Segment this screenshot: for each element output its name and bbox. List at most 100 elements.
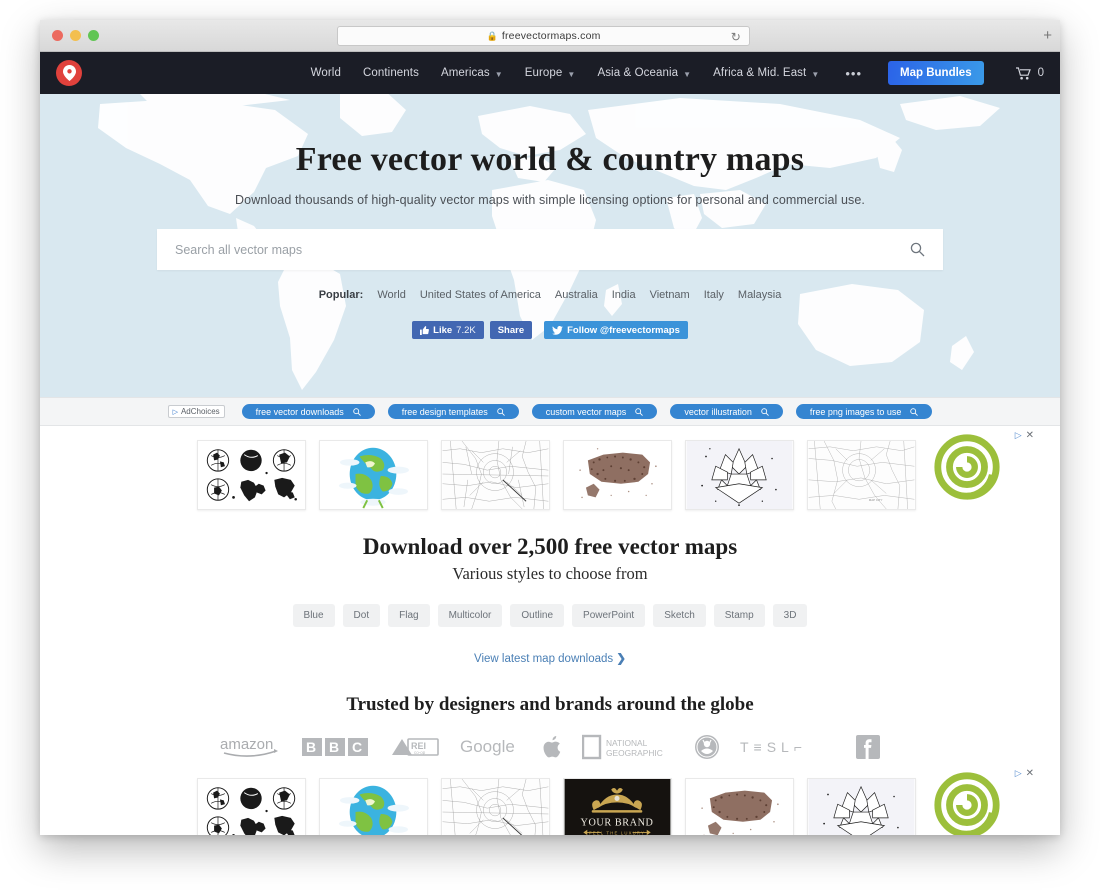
maximize-window-button[interactable] [88, 30, 99, 41]
follow-label: Follow @freevectormaps [567, 324, 680, 336]
style-tag-stamp[interactable]: Stamp [713, 604, 765, 627]
popular-link-usa[interactable]: United States of America [420, 289, 541, 301]
thumb-your-brand-luxury-logo[interactable]: YOUR BRAND FEEL THE LUXURY [563, 778, 672, 835]
popular-link-malaysia[interactable]: Malaysia [738, 289, 781, 301]
ad-chip-label: custom vector maps [545, 406, 627, 417]
thumb-grey-street-map-1[interactable] [441, 440, 550, 510]
hero-section: Free vector world & country maps Downloa… [40, 94, 1060, 397]
search-button[interactable] [910, 242, 925, 257]
screenshot-root: 🔒 freevectormaps.com ↻ + World Continent… [0, 0, 1100, 894]
svg-text:FEEL THE LUXURY: FEEL THE LUXURY [589, 830, 645, 835]
svg-text:MAP CITY: MAP CITY [869, 498, 883, 502]
style-tag-dot[interactable]: Dot [342, 604, 381, 627]
twitter-bird-icon [552, 325, 564, 335]
search-box[interactable] [157, 229, 943, 270]
search-icon [910, 242, 925, 257]
svg-text:B: B [329, 739, 339, 755]
facebook-share-button[interactable]: Share [489, 321, 533, 339]
ad-chip-custom-vector-maps[interactable]: custom vector maps [531, 404, 658, 419]
close-window-button[interactable] [52, 30, 63, 41]
thumb-usa-dotted-map[interactable] [563, 440, 672, 510]
thumb-sketch-succulent-plant-2[interactable] [807, 778, 916, 835]
style-tag-sketch[interactable]: Sketch [653, 604, 706, 627]
nav-item-label: Africa & Mid. East [713, 67, 807, 79]
search-icon [910, 407, 919, 416]
search-icon [497, 407, 505, 416]
twitter-follow-button[interactable]: Follow @freevectormaps [544, 321, 688, 339]
thumb-usa-dotted-map-2[interactable] [685, 778, 794, 835]
ad-chip-vector-illustration[interactable]: vector illustration [670, 404, 783, 419]
style-tag-outline[interactable]: Outline [510, 604, 565, 627]
svg-text:amazon: amazon [220, 736, 273, 753]
more-menu-icon[interactable]: ••• [845, 66, 862, 81]
adchoices-badge[interactable]: ▷ AdChoices [167, 405, 225, 418]
thumb-black-globes-world-map[interactable] [197, 440, 306, 510]
thumbs-up-icon [420, 325, 430, 335]
nav-item-americas[interactable]: Americas ▼ [441, 67, 503, 79]
close-icon[interactable]: ✕ [1026, 430, 1034, 441]
nav-item-label: World [310, 67, 341, 79]
reload-icon[interactable]: ↻ [731, 30, 741, 44]
style-tag-multicolor[interactable]: Multicolor [437, 604, 503, 627]
thumb-grey-street-map-1-b[interactable] [441, 778, 550, 835]
close-icon[interactable]: ✕ [1026, 768, 1034, 779]
map-pin-logo[interactable] [56, 60, 82, 86]
search-input[interactable] [175, 242, 910, 257]
ad-chip-free-png-images[interactable]: free png images to use [795, 404, 933, 419]
cart-button[interactable]: 0 [1015, 66, 1044, 80]
nav-item-world[interactable]: World [311, 67, 341, 79]
like-count: 7.2K [456, 324, 476, 336]
chevron-down-icon: ▼ [683, 69, 692, 79]
nav-item-label: Americas [440, 67, 490, 79]
search-icon [352, 407, 361, 416]
ad-chip-free-vector-downloads[interactable]: free vector downloads [241, 404, 375, 419]
view-latest-downloads-link[interactable]: View latest map downloads ❯ [40, 651, 1060, 665]
brand-facebook [856, 735, 880, 759]
style-tag-powerpoint[interactable]: PowerPoint [572, 604, 646, 627]
style-tag-flag[interactable]: Flag [388, 604, 430, 627]
ad-chip-free-design-templates[interactable]: free design templates [387, 404, 519, 419]
minimize-window-button[interactable] [70, 30, 81, 41]
popular-link-world[interactable]: World [377, 289, 406, 301]
chevron-down-icon: ▼ [811, 69, 820, 79]
address-bar-url: freevectormaps.com [501, 30, 601, 42]
popular-link-vietnam[interactable]: Vietnam [650, 289, 690, 301]
facebook-like-button[interactable]: Like 7.2K [412, 321, 484, 339]
svg-text:GEOGRAPHIC: GEOGRAPHIC [606, 748, 663, 758]
ad-chip-label: free design templates [401, 406, 488, 417]
nav-item-asia-oceania[interactable]: Asia & Oceania ▼ [597, 67, 691, 79]
popular-link-australia[interactable]: Australia [555, 289, 598, 301]
nav-item-continents[interactable]: Continents [363, 67, 419, 79]
thumb-sketch-succulent-plant[interactable] [685, 440, 794, 510]
nav-item-africa-mid-east[interactable]: Africa & Mid. East ▼ [713, 67, 819, 79]
green-spiral-ad-logo-2[interactable] [918, 770, 1016, 835]
style-tag-list: Blue Dot Flag Multicolor Outline PowerPo… [40, 604, 1060, 627]
thumb-blue-green-earth-globe-2[interactable] [319, 778, 428, 835]
cart-count: 0 [1037, 67, 1044, 79]
new-tab-button[interactable]: + [1043, 28, 1052, 43]
svg-text:B: B [306, 739, 316, 755]
trusted-heading: Trusted by designers and brands around t… [346, 694, 754, 715]
address-bar[interactable]: 🔒 freevectormaps.com ↻ [337, 26, 750, 46]
thumb-blue-green-earth-globe[interactable] [319, 440, 428, 510]
lock-icon: 🔒 [486, 30, 498, 41]
nav-links: World Continents Americas ▼ Europe ▼ Asi… [311, 61, 1044, 85]
style-tag-blue[interactable]: Blue [292, 604, 335, 627]
thumb-black-globes-world-map-2[interactable] [197, 778, 306, 835]
hero-content: Free vector world & country maps Downloa… [40, 94, 1060, 339]
popular-link-india[interactable]: India [612, 289, 636, 301]
style-tag-3d[interactable]: 3D [772, 604, 808, 627]
page-title: Free vector world & country maps [295, 141, 805, 178]
social-buttons: Like 7.2K Share Follow @freevectormaps [412, 321, 688, 339]
svg-text:NATIONAL: NATIONAL [606, 738, 648, 748]
browser-chrome-bar: 🔒 freevectormaps.com ↻ + [40, 20, 1060, 52]
map-bundles-button[interactable]: Map Bundles [888, 61, 984, 85]
thumbnail-row-2-wrap: YOUR BRAND FEEL THE LUXURY ▷ ✕ [40, 764, 1060, 835]
nav-item-europe[interactable]: Europe ▼ [525, 67, 576, 79]
thumb-grey-street-map-2[interactable]: MAP CITY [807, 440, 916, 510]
popular-link-italy[interactable]: Italy [704, 289, 724, 301]
green-spiral-ad-logo[interactable] [918, 432, 1016, 504]
nav-item-label: Continents [362, 67, 419, 79]
brand-rei-coop: REI co-op [390, 736, 440, 758]
ad-marks-row-1: ▷ ✕ [1015, 430, 1034, 441]
